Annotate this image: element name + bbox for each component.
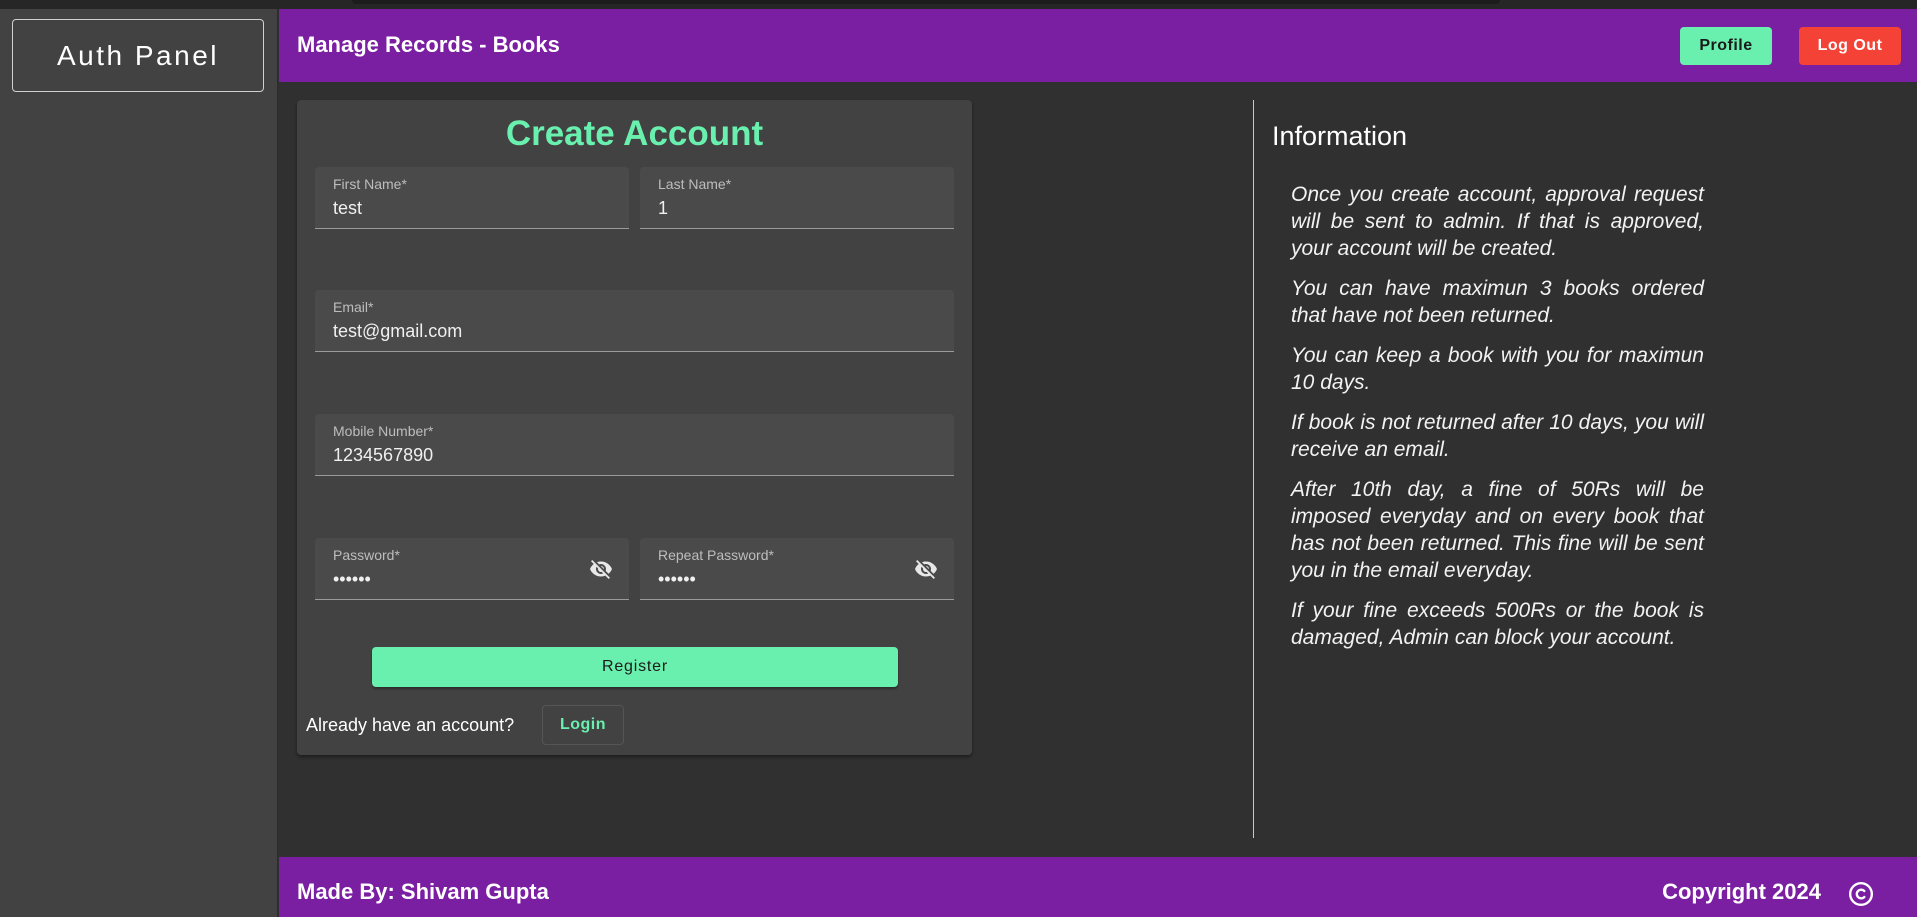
eye-off-icon[interactable] — [587, 557, 615, 581]
first-name-input[interactable] — [333, 198, 585, 219]
password-input[interactable] — [333, 569, 585, 590]
register-button[interactable]: Register — [372, 647, 898, 687]
password-field[interactable]: Password* — [315, 538, 629, 600]
first-name-label: First Name* — [333, 176, 407, 192]
made-by-text: Made By: Shivam Gupta — [297, 879, 549, 904]
info-item: You can keep a book with you for maximun… — [1291, 344, 1704, 394]
page-title: Manage Records - Books — [297, 32, 560, 57]
repeat-password-field[interactable]: Repeat Password* — [640, 538, 954, 600]
footer: Made By: Shivam Gupta Copyright 2024 — [279, 857, 1917, 917]
repeat-password-input[interactable] — [658, 569, 910, 590]
first-name-field[interactable]: First Name* — [315, 167, 629, 229]
repeat-password-label: Repeat Password* — [658, 547, 774, 563]
email-label: Email* — [333, 299, 374, 315]
last-name-input[interactable] — [658, 198, 910, 219]
mobile-field[interactable]: Mobile Number* — [315, 414, 954, 476]
already-have-account-text: Already have an account? — [306, 715, 515, 735]
info-item: Once you create account, approval reques… — [1291, 183, 1704, 260]
vertical-divider — [1253, 100, 1254, 838]
create-account-card: Create Account First Name* Last Name* Em… — [297, 100, 972, 755]
information-list: Once you create account, approval reques… — [1291, 181, 1704, 664]
header-toolbar: Manage Records - Books Profile Log Out — [279, 9, 1917, 82]
last-name-label: Last Name* — [658, 176, 732, 192]
sidebar: Auth Panel — [0, 9, 278, 917]
mobile-input[interactable] — [333, 445, 845, 466]
top-strip — [0, 0, 1917, 9]
info-item: You can have maximun 3 books ordered tha… — [1291, 277, 1704, 327]
info-item: If book is not returned after 10 days, y… — [1291, 411, 1704, 461]
last-name-field[interactable]: Last Name* — [640, 167, 954, 229]
form-title: Create Account — [505, 114, 764, 153]
email-field[interactable]: Email* — [315, 290, 954, 352]
login-button[interactable]: Login — [542, 705, 624, 745]
eye-off-icon[interactable] — [912, 557, 940, 581]
password-label: Password* — [333, 547, 400, 563]
browser-bar — [352, 0, 1500, 4]
mobile-label: Mobile Number* — [333, 423, 434, 439]
copyright-icon — [1848, 881, 1874, 907]
copyright-text: Copyright 2024 — [1662, 879, 1821, 904]
email-input[interactable] — [333, 321, 845, 342]
logout-button[interactable]: Log Out — [1799, 27, 1901, 65]
profile-button[interactable]: Profile — [1680, 27, 1772, 65]
information-title: Information — [1272, 121, 1408, 151]
brand-logo[interactable]: Auth Panel — [12, 19, 264, 92]
info-item: If your fine exceeds 500Rs or the book i… — [1291, 599, 1704, 649]
info-item: After 10th day, a fine of 50Rs will be i… — [1291, 478, 1704, 582]
